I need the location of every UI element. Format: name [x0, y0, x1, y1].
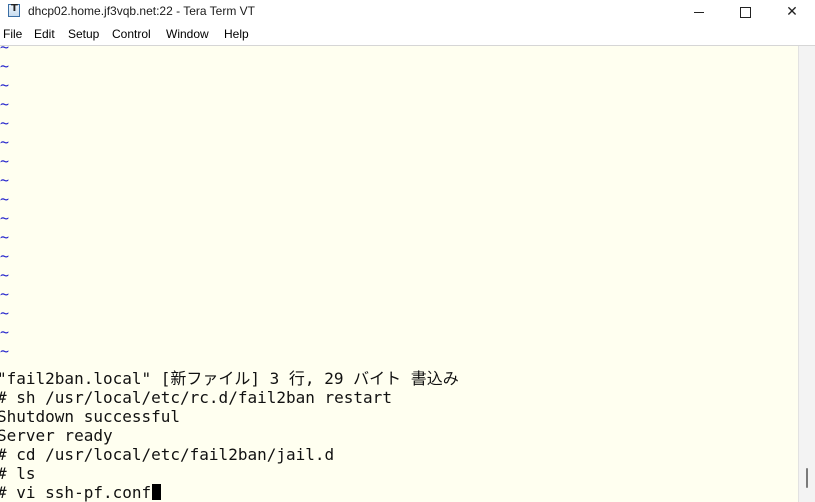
- maximize-button[interactable]: [722, 0, 768, 24]
- scrollbar-thumb[interactable]: [806, 468, 808, 488]
- tilde-marker: ~: [0, 57, 10, 75]
- menu-edit[interactable]: Edit: [34, 27, 55, 41]
- menu-file[interactable]: File: [3, 27, 22, 41]
- vertical-scrollbar[interactable]: [798, 46, 815, 502]
- tilde-marker: ~: [0, 114, 10, 132]
- menu-setup[interactable]: Setup: [68, 27, 99, 41]
- terminal-line: # ls: [0, 464, 36, 483]
- tilde-marker: ~: [0, 133, 10, 151]
- tilde-marker: ~: [0, 76, 10, 94]
- tilde-marker: ~: [0, 209, 10, 227]
- terminal-line-status: "fail2ban.local" [新ファイル] 3 行, 29 バイト 書込み: [0, 369, 459, 388]
- close-button[interactable]: ✕: [769, 0, 815, 24]
- tilde-marker: ~: [0, 95, 10, 113]
- tilde-marker: ~: [0, 304, 10, 322]
- command-text: # vi ssh-pf.conf: [0, 483, 152, 502]
- tilde-marker: ~: [0, 247, 10, 265]
- terminal-line-current: # vi ssh-pf.conf: [0, 483, 162, 502]
- menu-bar: File Edit Setup Control Window Help: [0, 24, 815, 46]
- teraterm-icon[interactable]: [8, 3, 20, 17]
- tilde-marker: ~: [0, 171, 10, 189]
- minimize-icon: [694, 11, 704, 13]
- terminal-line: # cd /usr/local/etc/fail2ban/jail.d: [0, 445, 335, 464]
- tilde-marker: ~: [0, 228, 10, 246]
- terminal-line: Shutdown successful: [0, 407, 181, 426]
- window-title: dhcp02.home.jf3vqb.net:22 - Tera Term VT: [28, 4, 256, 18]
- tilde-marker: ~: [0, 342, 10, 360]
- title-bar[interactable]: dhcp02.home.jf3vqb.net:22 - Tera Term VT…: [0, 0, 815, 24]
- menu-control[interactable]: Control: [112, 27, 151, 41]
- terminal-line: # sh /usr/local/etc/rc.d/fail2ban restar…: [0, 388, 392, 407]
- terminal-screen[interactable]: "fail2ban.local" [新ファイル] 3 行, 29 バイト 書込み…: [0, 46, 798, 502]
- close-icon: ✕: [786, 4, 798, 20]
- menu-window[interactable]: Window: [166, 27, 209, 41]
- tera-term-window: dhcp02.home.jf3vqb.net:22 - Tera Term VT…: [0, 0, 815, 502]
- terminal-line: Server ready: [0, 426, 113, 445]
- maximize-icon: [739, 6, 751, 18]
- tilde-marker: ~: [0, 266, 10, 284]
- menu-help[interactable]: Help: [224, 27, 249, 41]
- tilde-marker: ~: [0, 323, 10, 341]
- tilde-marker: ~: [0, 190, 10, 208]
- tilde-marker: ~: [0, 46, 10, 56]
- minimize-button[interactable]: [676, 0, 722, 24]
- tilde-marker: ~: [0, 285, 10, 303]
- text-cursor: [152, 484, 162, 500]
- tilde-marker: ~: [0, 152, 10, 170]
